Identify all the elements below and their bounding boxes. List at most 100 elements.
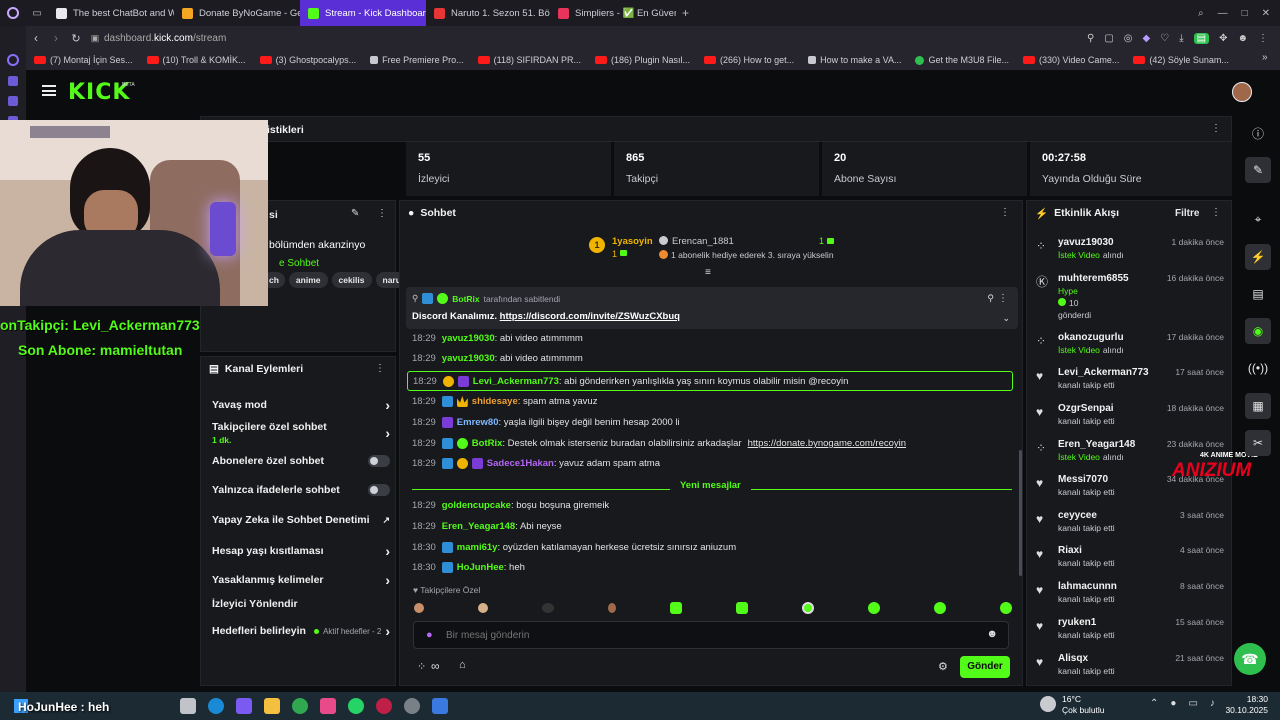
weather-widget[interactable]: 16°C Çok bulutlu [1062,694,1105,716]
chevron-right-icon[interactable]: › [385,623,390,639]
lightning-icon[interactable]: ⚡ [1245,244,1271,270]
channel-action-row[interactable]: Yalnızca ifadelerle sohbet [212,484,390,496]
message-username[interactable]: goldencupcake [442,500,511,511]
event-username[interactable]: Levi_Ackerman773 [1058,367,1149,378]
new-tab-icon[interactable]: + [676,6,695,20]
chat-menu-icon[interactable]: ⋮ [1000,207,1010,218]
browser-logo-icon[interactable] [0,0,26,26]
message-username[interactable]: Eren_Yeagar148 [442,521,515,532]
chevron-right-icon[interactable]: › [385,397,390,413]
message-username[interactable]: HoJunHee [457,562,504,573]
settings-icon[interactable]: ⚙ [938,660,948,673]
copilot-icon[interactable] [236,698,252,714]
top-gifter-name[interactable]: 1yasoyin [612,236,653,247]
session-menu-icon[interactable]: ⋮ [377,208,387,219]
bookmark-item[interactable]: Free Premiere Pro... [370,55,464,65]
chat-input-box[interactable]: ● ☻ [413,621,1009,649]
avatar[interactable] [1232,82,1252,102]
chat-message[interactable]: 18:30 mami61y: oyüzden katılamayan herkes… [412,542,736,553]
bookmark-item[interactable]: (42) Söyle Sunam... [1133,55,1229,65]
event-item[interactable]: Ⓚmuhterem6855 16 dakika önce Hype 10 gönderd… [1034,273,1224,320]
chat-message[interactable]: 18:29 yavuz19030: abi video atımmmm [412,333,583,344]
tools-icon[interactable]: ✂ [1245,430,1271,456]
sidebar-chat-icon[interactable] [8,96,18,106]
event-username[interactable]: Eren_Yeagar148 [1058,439,1135,450]
pin-icon[interactable]: ⚲ [1087,33,1094,44]
bookmark-item[interactable]: How to make a VA... [808,55,901,65]
emote-icon[interactable] [934,602,946,614]
chat-message[interactable]: 18:29 Sadece1Hakan: yavuz adam spam atma [412,458,660,469]
event-username[interactable]: muhterem6855 [1058,273,1129,284]
mic-icon[interactable]: ● [1170,698,1176,709]
chevron-right-icon[interactable]: › [385,425,390,441]
chat-icon[interactable]: ◉ [1245,318,1271,344]
message-username[interactable]: yavuz19030 [442,333,495,344]
infinity-icon[interactable]: ∞ [431,659,440,673]
back-icon[interactable]: ‹ [26,31,46,45]
task-view-icon[interactable] [180,698,196,714]
chat-message[interactable]: 18:30 HoJunHee: heh [412,562,525,573]
event-item[interactable]: ♥ Alisqx 21 saat önce kanalı takip etti [1034,653,1224,683]
emote-icon[interactable] [414,603,424,613]
weather-icon[interactable] [1040,696,1056,712]
second-gifter-name[interactable]: Erencan_1881 [672,236,734,247]
close-window-icon[interactable]: ✕ [1262,8,1270,19]
chat-message[interactable]: 18:29 goldencupcake: boşu boşuna giremeik [412,500,609,511]
store-icon[interactable]: ⌂ [459,659,466,671]
event-username[interactable]: okanozugurlu [1058,332,1124,343]
pinned-by-user[interactable]: BotRix [452,294,479,304]
toggle-switch[interactable] [368,455,390,467]
puzzle-icon[interactable]: ✥ [1219,33,1227,44]
chrome-icon[interactable] [292,698,308,714]
channel-action-row[interactable]: Yapay Zeka ile Sohbet Denetimi ↗ [212,514,390,526]
browser-tab[interactable]: Stream - Kick Dashboard [300,0,426,26]
event-menu-icon[interactable]: ⋮ [1211,207,1221,218]
event-item[interactable]: ♥ Levi_Ackerman773 17 saat önce kanalı taki… [1034,367,1224,397]
bookmark-item[interactable]: (3) Ghostpocalyps... [259,55,356,65]
chevron-right-icon[interactable]: › [385,543,390,559]
volume-icon[interactable]: ♪ [1210,698,1215,709]
chat-message[interactable]: 18:29 yavuz19030: abi video atımmmm [412,353,583,364]
channel-action-row[interactable]: Takipçilere özel sohbet 1 dk. › [212,421,390,445]
chat-input[interactable] [446,626,966,644]
sidebar-people-icon[interactable] [8,76,18,86]
pinned-link[interactable]: https://discord.com/invite/ZSWuzCXbuq [500,311,680,322]
event-item[interactable]: ♥ ceyycee 3 saat önce kanalı takip etti [1034,510,1224,540]
pencil-icon[interactable]: ✎ [1245,157,1271,183]
activity-icon[interactable]: ⁘ [417,660,426,673]
unpin-icon[interactable]: ⚲ [987,293,994,304]
emote-icon[interactable] [542,603,554,613]
event-username[interactable]: Messi7070 [1058,474,1108,485]
bookmark-item[interactable]: Get the M3U8 File... [915,55,1009,65]
event-username[interactable]: yavuz19030 [1058,237,1114,248]
green-extension-icon[interactable]: ▤ [1193,32,1210,44]
profile-icon[interactable]: ☻ [1237,33,1248,44]
message-username[interactable]: Emrew80 [457,417,499,428]
browser-tab[interactable]: Simpliers - ✅ En Güvenilir [550,0,676,26]
whatsapp-icon[interactable] [348,698,364,714]
pinned-menu-icon[interactable]: ⋮ [998,293,1008,304]
channel-action-row[interactable]: Hedefleri belirleyin Aktif hedefler - 2 › [212,623,390,639]
info-icon[interactable]: ⓘ [1245,120,1271,146]
clock[interactable]: 18:30 30.10.2025 [1218,694,1268,716]
layout-icon[interactable]: ▦ [1245,393,1271,419]
channel-action-row[interactable]: Yavaş mod › [212,397,390,413]
tray-chevron-icon[interactable]: ⌃ [1150,698,1158,709]
channel-action-row[interactable]: İzleyici Yönlendir [212,598,390,610]
send-button[interactable]: Gönder [960,656,1010,678]
event-item[interactable]: ⁘ yavuz19030 1 dakika önce İstek Video alınd… [1034,237,1224,267]
expand-pinned-icon[interactable]: ⌄ [1002,313,1010,324]
site-info-icon[interactable]: ▣ [86,33,104,44]
tabs-menu-icon[interactable]: ▭ [26,8,48,19]
event-item[interactable]: ♥ lahmacunnn 8 saat önce kanalı takip etti [1034,581,1224,611]
emoji-icon[interactable]: ☻ [986,628,998,640]
channel-action-row[interactable]: Abonelere özel sohbet [212,455,390,467]
url-field[interactable]: dashboard.kick.com/stream [104,33,226,44]
reload-icon[interactable]: ↻ [66,32,86,45]
bookmark-item[interactable]: (7) Montaj İçin Ses... [34,55,133,65]
bookmark-item[interactable]: (118) SIFIRDAN PR... [477,55,581,65]
shield-icon[interactable]: ◆ [1143,33,1151,44]
emote-icon[interactable] [868,602,880,614]
sidebar-app-icon[interactable] [7,54,19,66]
instagram-icon[interactable] [320,698,336,714]
